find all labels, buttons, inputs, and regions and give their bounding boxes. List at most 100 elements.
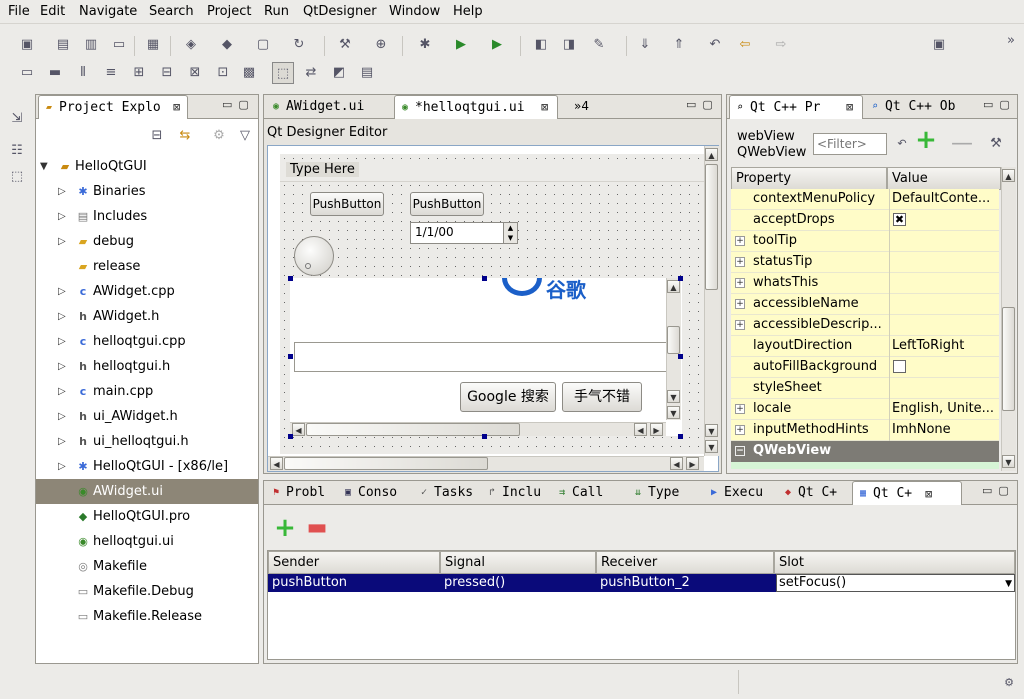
overflow-tabs[interactable]: »4 xyxy=(574,99,589,113)
property-row[interactable]: layoutDirection LeftToRight xyxy=(731,336,999,357)
property-value[interactable] xyxy=(889,252,997,273)
expand-icon[interactable]: + xyxy=(735,404,745,414)
layout-form-icon[interactable]: ⊟ xyxy=(156,62,178,84)
menu-search[interactable]: Search xyxy=(149,4,194,19)
tab-order-icon[interactable]: ▤ xyxy=(356,62,378,84)
tab-bottom-6[interactable]: ⇊ Type xyxy=(628,481,702,505)
layout-h-icon[interactable]: ▭ xyxy=(16,62,38,84)
tab-bottom-3[interactable]: ✓ Tasks xyxy=(414,481,482,505)
tab-bottom-5[interactable]: ⇉ Call xyxy=(552,481,626,505)
webview-vscroll[interactable]: ▲ ▼ ▼ xyxy=(666,278,681,420)
debug-icon[interactable]: ✱ xyxy=(414,34,436,56)
search-input[interactable] xyxy=(294,342,674,372)
property-section[interactable]: − QWebView xyxy=(731,441,999,462)
break-layout-icon[interactable]: ⊠ xyxy=(184,62,206,84)
selection-handle[interactable] xyxy=(288,434,293,439)
selection-handle[interactable] xyxy=(678,434,683,439)
collapse-arrow-icon[interactable]: ▷ xyxy=(58,379,66,404)
minimize-maximize-icon[interactable]: ▭▢ xyxy=(222,98,255,111)
collapse-icon[interactable]: − xyxy=(735,446,745,456)
scroll-down-icon[interactable]: ▼ xyxy=(705,424,718,437)
tree-item[interactable]: ▷ ▤ Includes xyxy=(36,204,258,229)
property-value[interactable] xyxy=(889,273,997,294)
scroll-left-icon[interactable]: ◀ xyxy=(634,423,647,436)
collapse-arrow-icon[interactable]: ▷ xyxy=(58,404,66,429)
tab-qt-cpp-object[interactable]: ⌕ Qt C++ Ob xyxy=(865,95,975,119)
property-value[interactable] xyxy=(889,294,997,315)
property-row[interactable]: + statusTip xyxy=(731,252,999,273)
chevron-down-icon[interactable]: ▼ xyxy=(1005,575,1012,593)
scroll-right-icon[interactable]: ▶ xyxy=(686,457,699,470)
tree-item[interactable]: ▷ ✱ Binaries xyxy=(36,179,258,204)
collapse-all-icon[interactable]: ⊟ xyxy=(146,125,168,147)
date-edit[interactable]: 1/1/00 ▲ ▼ xyxy=(410,222,518,244)
layout-v-icon[interactable]: ▬ xyxy=(44,62,66,84)
property-value[interactable] xyxy=(889,357,997,378)
configure-icon[interactable]: ⚒ xyxy=(985,133,1007,155)
col-receiver[interactable]: Receiver xyxy=(596,551,774,574)
tree-item[interactable]: ▭ Makefile.Release xyxy=(36,604,258,629)
tab-project-explorer[interactable]: ▰ Project Explo ⊠ xyxy=(38,95,188,119)
close-icon[interactable]: ⊠ xyxy=(925,482,932,505)
property-row[interactable]: contextMenuPolicy DefaultConte... xyxy=(731,189,999,210)
signal-slot-mode-icon[interactable]: ⇄ xyxy=(300,62,322,84)
web-view-widget[interactable]: 谷歌 Google 搜索 手气不错 ▲ ▼ ▼ ◀ ◀ ▶ xyxy=(290,278,682,436)
tree-item[interactable]: ▷ c AWidget.cpp xyxy=(36,279,258,304)
menu-qtdesigner[interactable]: QtDesigner xyxy=(303,4,377,19)
webview-hscroll[interactable]: ◀ ◀ ▶ xyxy=(290,422,666,436)
hammer-icon[interactable]: ⚒ xyxy=(334,34,356,56)
property-value[interactable]: DefaultConte... xyxy=(889,189,997,210)
tab-bottom-9[interactable]: ▦ Qt C+ ⊠ xyxy=(852,481,962,505)
collapse-arrow-icon[interactable]: ▷ xyxy=(58,279,66,304)
collapse-arrow-icon[interactable]: ▷ xyxy=(58,229,66,254)
last-edit-icon[interactable]: ↶ xyxy=(704,34,726,56)
collapse-arrow-icon[interactable]: ▷ xyxy=(58,429,66,454)
collapse-arrow-icon[interactable]: ▷ xyxy=(58,354,66,379)
tree-item[interactable]: ▷ ▰ debug xyxy=(36,229,258,254)
expand-arrow-icon[interactable]: ▼ xyxy=(40,154,48,179)
scroll-thumb[interactable] xyxy=(667,326,680,354)
expand-icon[interactable]: + xyxy=(735,299,745,309)
collapse-arrow-icon[interactable]: ▷ xyxy=(58,454,66,479)
property-row[interactable]: + accessibleName xyxy=(731,294,999,315)
tree-item[interactable]: ▷ h ui_AWidget.h xyxy=(36,404,258,429)
property-row[interactable]: + whatsThis xyxy=(731,273,999,294)
menu-project[interactable]: Project xyxy=(207,4,251,19)
selection-handle[interactable] xyxy=(288,276,293,281)
property-row[interactable]: + locale English, Unite... xyxy=(731,399,999,420)
menu-file[interactable]: File xyxy=(8,4,30,19)
minimize-maximize-icon[interactable]: ▭▢ xyxy=(982,484,1015,497)
tree-item[interactable]: ▷ h AWidget.h xyxy=(36,304,258,329)
selection-handle[interactable] xyxy=(288,354,293,359)
view-menu-icon[interactable]: ▽ xyxy=(234,125,256,147)
close-icon[interactable]: ⊠ xyxy=(541,96,548,119)
tab-bottom-2[interactable]: ▣ Conso xyxy=(338,481,414,505)
print-icon[interactable]: ▭ xyxy=(108,34,130,56)
slot-combo[interactable]: setFocus() ▼ xyxy=(776,574,1015,592)
menu-navigate[interactable]: Navigate xyxy=(79,4,137,19)
minimize-maximize-icon[interactable]: ▭▢ xyxy=(983,98,1016,111)
selection-handle[interactable] xyxy=(678,276,683,281)
close-icon[interactable]: ⊠ xyxy=(846,96,853,119)
selection-handle[interactable] xyxy=(482,434,487,439)
col-signal[interactable]: Signal xyxy=(440,551,596,574)
property-value[interactable] xyxy=(889,231,997,252)
tree-item[interactable]: ▰ release xyxy=(36,254,258,279)
collapse-arrow-icon[interactable]: ▷ xyxy=(58,329,66,354)
scroll-down-icon[interactable]: ▼ xyxy=(1002,455,1015,468)
new-source-icon[interactable]: ▢ xyxy=(252,34,274,56)
expand-icon[interactable]: + xyxy=(735,320,745,330)
scroll-left-icon[interactable]: ◀ xyxy=(292,423,305,436)
adjust-size-icon[interactable]: ⊡ xyxy=(212,62,234,84)
property-row[interactable]: autoFillBackground xyxy=(731,357,999,378)
scroll-up-icon[interactable]: ▲ xyxy=(705,148,718,161)
menu-help[interactable]: Help xyxy=(453,4,483,19)
tab-bottom-4[interactable]: ↱ Inclu xyxy=(482,481,550,505)
forward-icon[interactable]: ⇨ xyxy=(770,34,792,56)
menu-bar-placeholder[interactable]: Type Here xyxy=(280,160,704,182)
filter-input[interactable] xyxy=(813,133,887,155)
add-property-icon[interactable]: + xyxy=(915,127,937,153)
tree-item[interactable]: ◉ AWidget.ui xyxy=(36,479,258,504)
checkbox[interactable] xyxy=(893,360,906,373)
trim-icon-3[interactable]: ⬚ xyxy=(6,166,28,188)
